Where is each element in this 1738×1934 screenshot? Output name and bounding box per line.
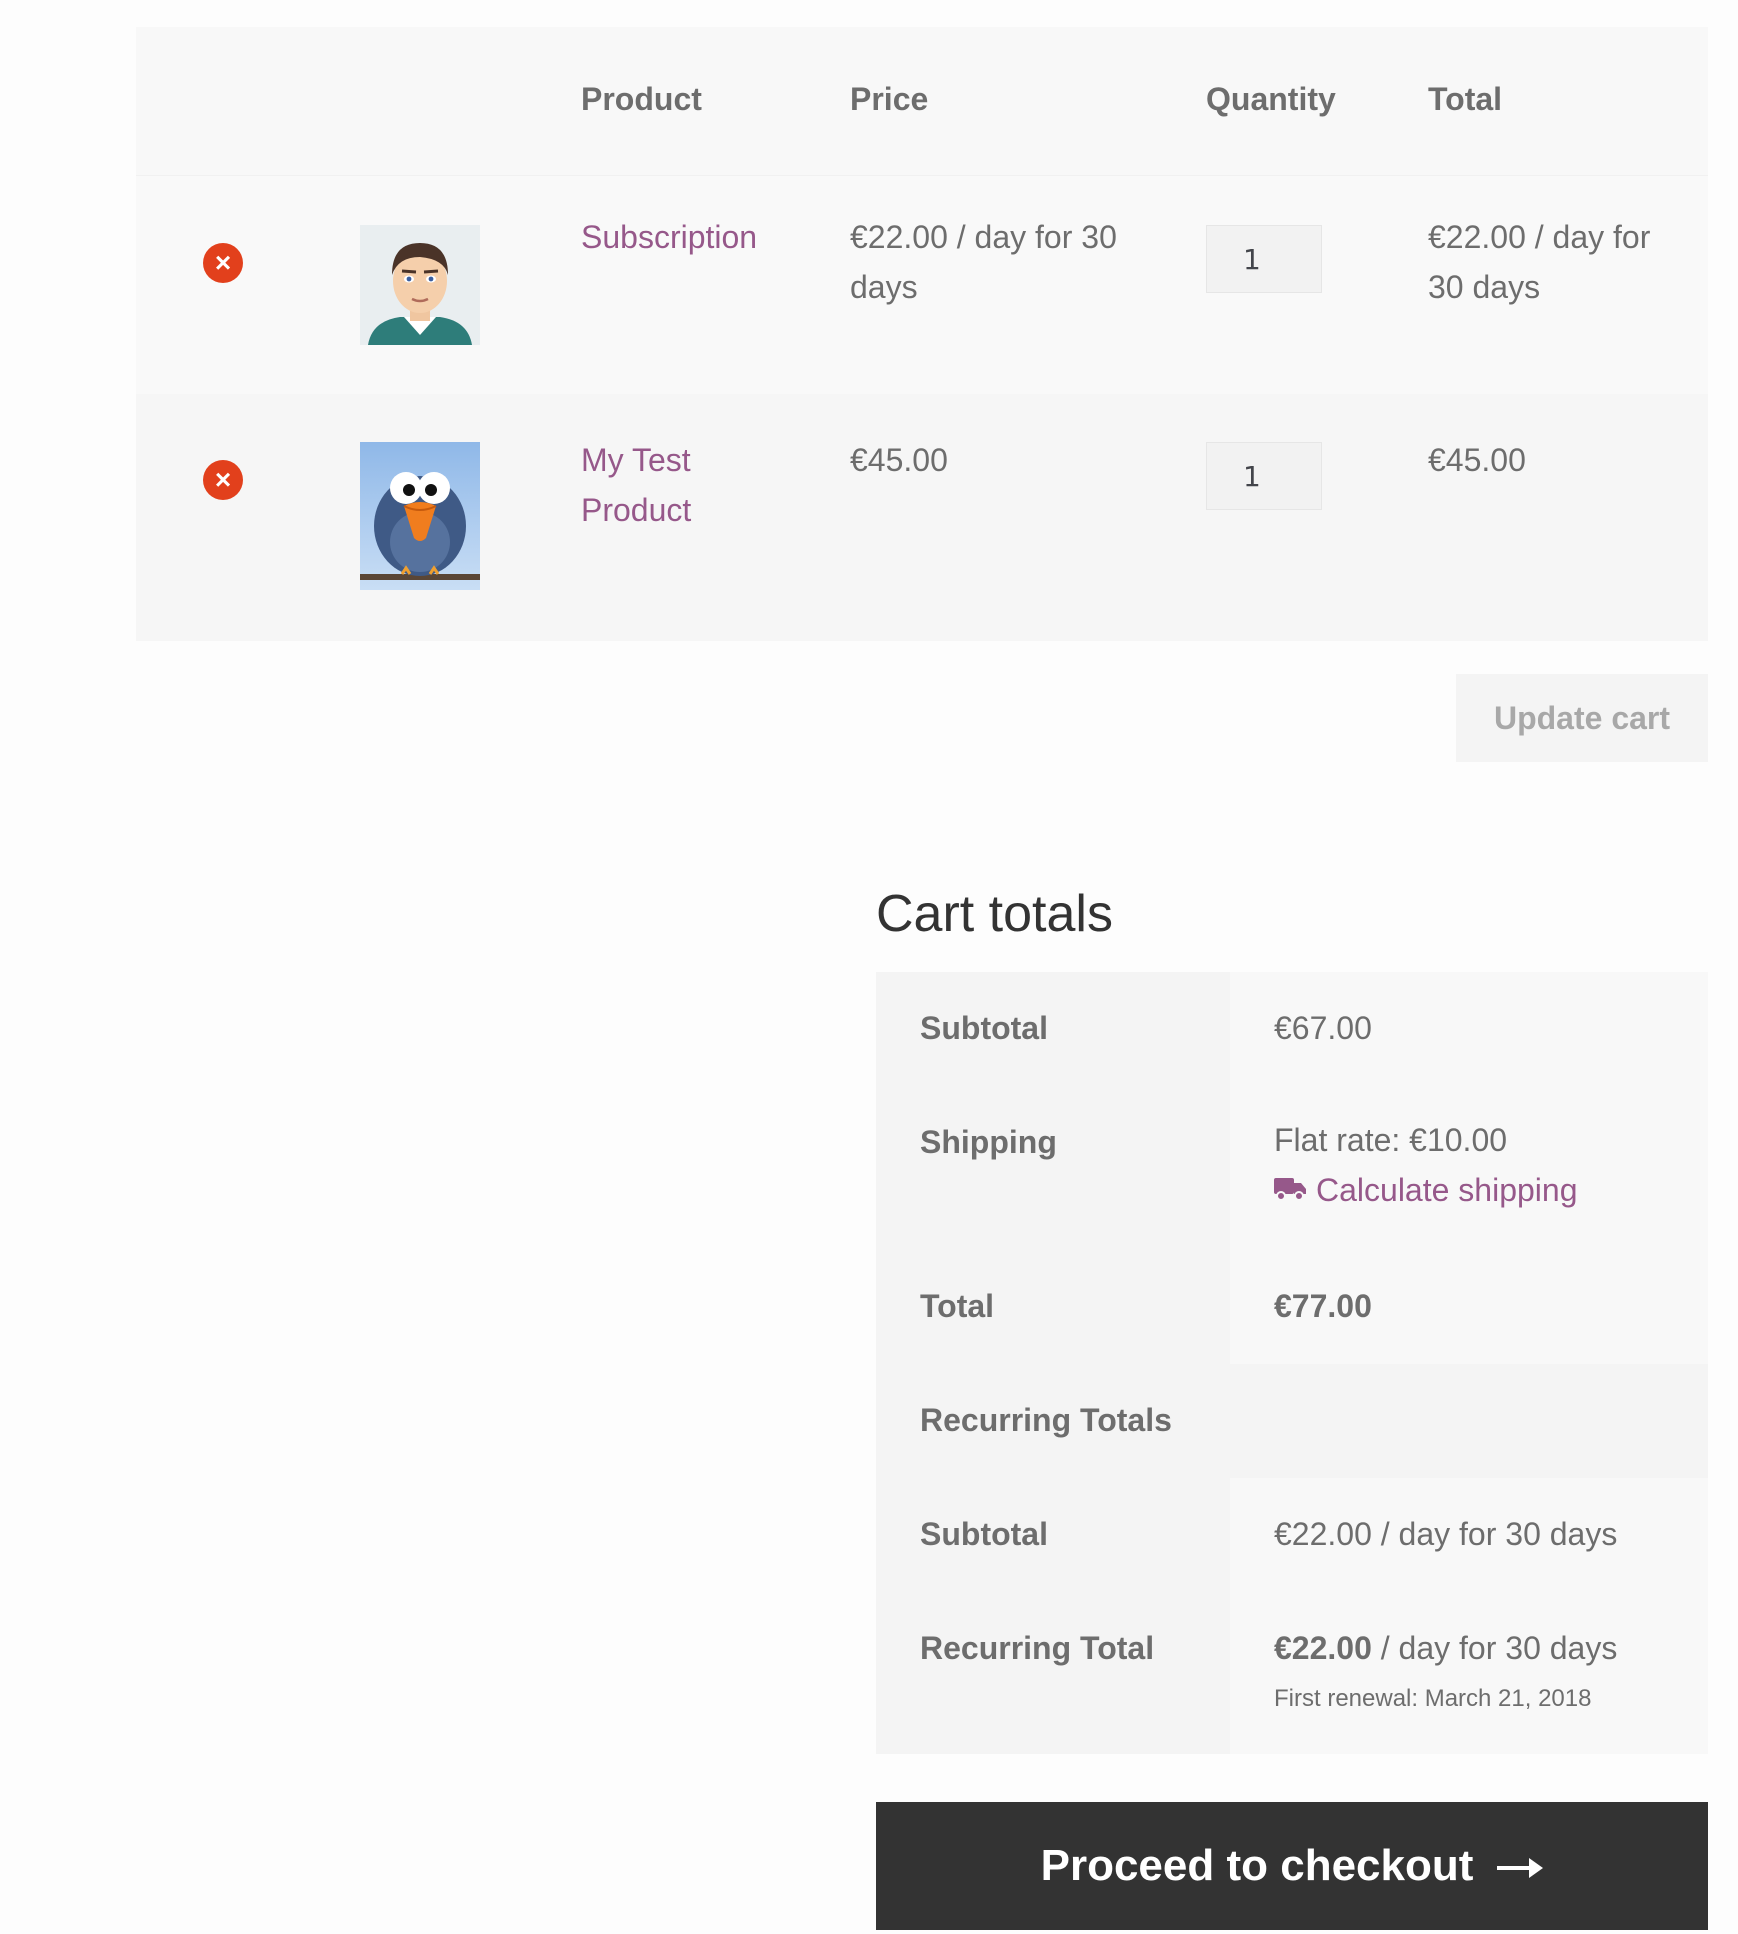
- total-line: €22.00 / day for: [1428, 219, 1651, 255]
- update-cart-button[interactable]: Update cart: [1456, 674, 1708, 762]
- first-renewal-date: First renewal: March 21, 2018: [1274, 1685, 1592, 1712]
- cart-row-my-test-product: × My Test Product €45.00 1 €45.00: [136, 394, 1708, 641]
- subtotal-value: €67.00: [1230, 972, 1708, 1086]
- total-row: Total €77.00: [876, 1250, 1708, 1364]
- subtotal-row: Subtotal €67.00: [876, 972, 1708, 1086]
- proceed-to-checkout-button[interactable]: Proceed to checkout: [876, 1802, 1708, 1930]
- product-link-my-test-product[interactable]: My Test: [581, 435, 691, 485]
- recurring-subtotal-value: €22.00 / day for 30 days: [1230, 1478, 1708, 1592]
- recurring-total-cell: €22.00 / day for 30 days First renewal: …: [1230, 1592, 1708, 1754]
- recurring-subtotal-label: Subtotal: [876, 1478, 1230, 1592]
- cart-table: Product Price Quantity Total × Subscript…: [136, 27, 1708, 641]
- recurring-totals-row: Recurring Totals: [876, 1364, 1708, 1478]
- quantity-input[interactable]: 1: [1206, 225, 1322, 293]
- shipping-row: Shipping Flat rate: €10.00 Calculate shi…: [876, 1077, 1708, 1250]
- product-link-my-test-product[interactable]: Product: [581, 485, 691, 535]
- product-link-subscription[interactable]: Subscription: [581, 212, 757, 262]
- cart-table-header: Product Price Quantity Total: [136, 27, 1708, 175]
- cart-totals-title: Cart totals: [876, 885, 1113, 943]
- recurring-total-label: Recurring Total: [876, 1592, 1230, 1754]
- price-line: €22.00 / day for 30: [850, 219, 1117, 255]
- recurring-totals-heading: Recurring Totals: [876, 1364, 1708, 1478]
- cart-totals-table: Subtotal €67.00 Shipping Flat rate: €10.…: [876, 972, 1708, 1754]
- price-value: €45.00: [850, 442, 948, 478]
- arrow-right-icon: [1497, 1841, 1544, 1891]
- shipping-value: Flat rate: €10.00: [1274, 1122, 1508, 1158]
- shipping-label: Shipping: [876, 1086, 1230, 1250]
- quantity-input[interactable]: 1: [1206, 442, 1322, 510]
- total-label: Total: [876, 1250, 1230, 1364]
- header-total: Total: [1428, 81, 1503, 117]
- avatar-man-icon[interactable]: [360, 225, 480, 345]
- header-product: Product: [581, 81, 702, 117]
- cart-row-subscription: × Subscription €22.00 / day for 30 days …: [136, 175, 1708, 394]
- recurring-total-period: / day for 30 days: [1371, 1630, 1618, 1666]
- recurring-subtotal-row: Subtotal €22.00 / day for 30 days: [876, 1478, 1708, 1592]
- total-value: €45.00: [1428, 442, 1526, 478]
- total-value: €77.00: [1230, 1250, 1708, 1364]
- recurring-total-amount: €22.00: [1274, 1630, 1372, 1666]
- remove-item-icon[interactable]: ×: [203, 460, 243, 500]
- remove-item-icon[interactable]: ×: [203, 243, 243, 283]
- checkout-label: Proceed to checkout: [1040, 1841, 1474, 1890]
- price-line: days: [850, 269, 918, 305]
- header-price: Price: [850, 81, 929, 117]
- recurring-total-row: Recurring Total €22.00 / day for 30 days…: [876, 1592, 1708, 1754]
- truck-icon: [1274, 1165, 1306, 1215]
- total-line: 30 days: [1428, 269, 1541, 305]
- shipping-cell: Flat rate: €10.00 Calculate shipping: [1230, 1077, 1708, 1250]
- header-quantity: Quantity: [1206, 81, 1336, 117]
- calculate-shipping-link[interactable]: Calculate shipping: [1274, 1165, 1708, 1215]
- calculate-shipping-label: Calculate shipping: [1316, 1172, 1578, 1208]
- subtotal-label: Subtotal: [876, 972, 1230, 1086]
- cartoon-bird-icon[interactable]: [360, 442, 480, 590]
